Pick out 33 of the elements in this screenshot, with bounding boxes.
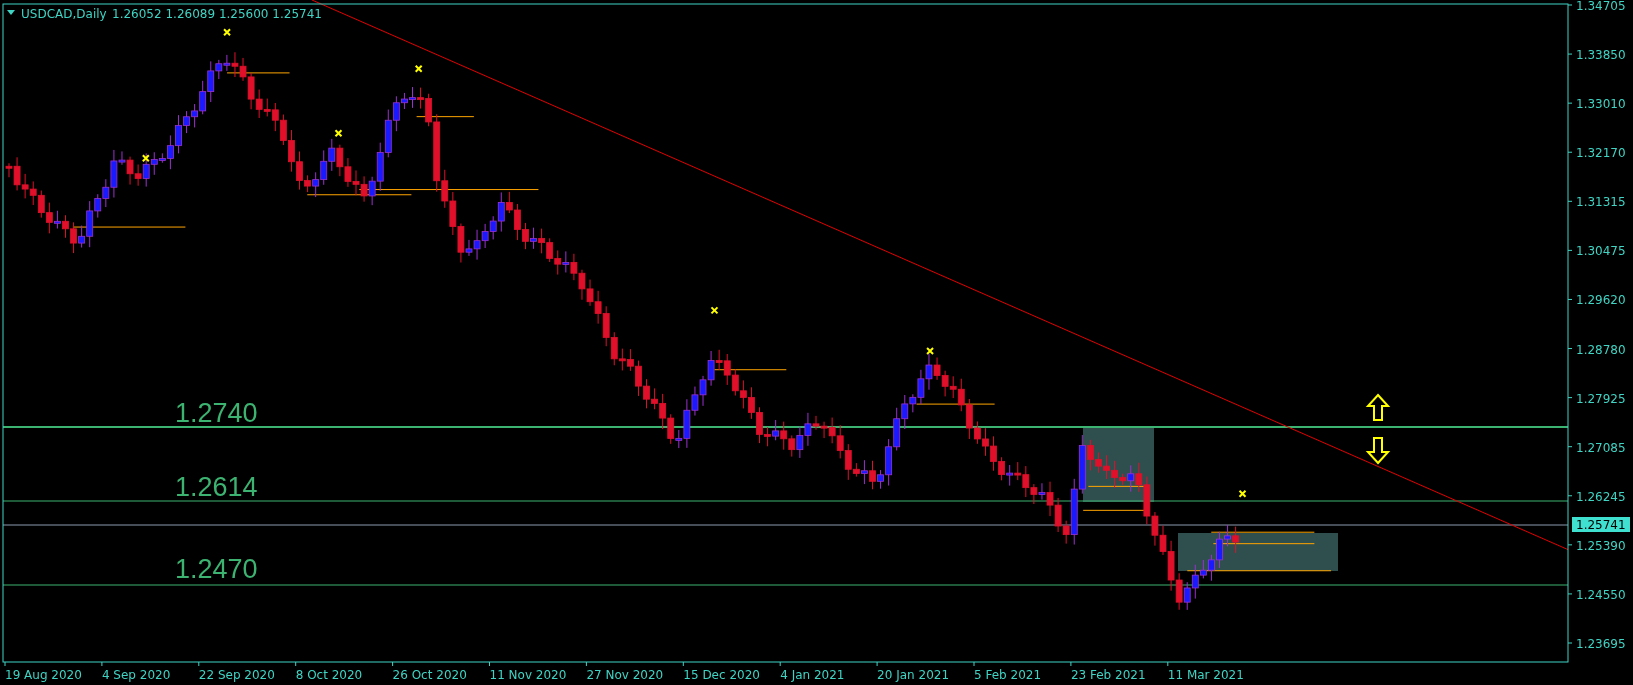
price-tick-label: 1.26245 [1576, 489, 1626, 504]
date-tick-label: 22 Sep 2020 [198, 668, 275, 682]
price-tick-label: 1.23695 [1576, 637, 1626, 651]
price-tick-label: 1.32170 [1576, 146, 1626, 161]
date-tick-label: 8 Oct 2020 [295, 668, 363, 682]
price-tick-label: 1.27085 [1576, 440, 1626, 455]
date-tick-label: 4 Sep 2020 [101, 668, 171, 682]
price-tick-label: 1.34705 [1576, 0, 1626, 13]
date-tick-label: 15 Dec 2020 [683, 668, 760, 682]
price-tick-label: 1.29620 [1576, 293, 1626, 308]
date-tick-label: 20 Jan 2021 [877, 668, 950, 682]
price-tick-label: 1.33010 [1576, 97, 1626, 112]
price-tick-label: 1.33850 [1576, 48, 1626, 63]
symbol-title: USDCAD,Daily [21, 7, 107, 21]
current-price-badge: 1.25741 [1572, 517, 1630, 532]
date-tick-label: 23 Feb 2021 [1070, 668, 1146, 682]
date-tick-label: 19 Aug 2020 [5, 668, 82, 682]
level-label: 1.2740 [175, 398, 258, 428]
date-tick-label: 11 Nov 2020 [489, 668, 567, 682]
price-tick-label: 1.27925 [1576, 391, 1626, 406]
date-tick-label: 27 Nov 2020 [586, 668, 664, 682]
date-tick-label: 4 Jan 2021 [780, 668, 845, 682]
price-tick-label: 1.25390 [1576, 538, 1626, 553]
level-label: 1.2614 [175, 472, 258, 502]
price-tick-label: 1.28780 [1576, 342, 1626, 357]
date-tick-label: 11 Mar 2021 [1167, 668, 1244, 682]
price-tick-label: 1.24550 [1576, 587, 1626, 602]
date-tick-label: 26 Oct 2020 [392, 668, 467, 682]
price-tick-label: 1.31315 [1576, 195, 1626, 210]
level-label: 1.2470 [175, 554, 258, 584]
date-tick-label: 5 Feb 2021 [974, 668, 1042, 682]
quote-values: 1.26052 1.26089 1.25600 1.25741 [112, 7, 322, 21]
price-tick-label: 1.30475 [1576, 244, 1626, 259]
